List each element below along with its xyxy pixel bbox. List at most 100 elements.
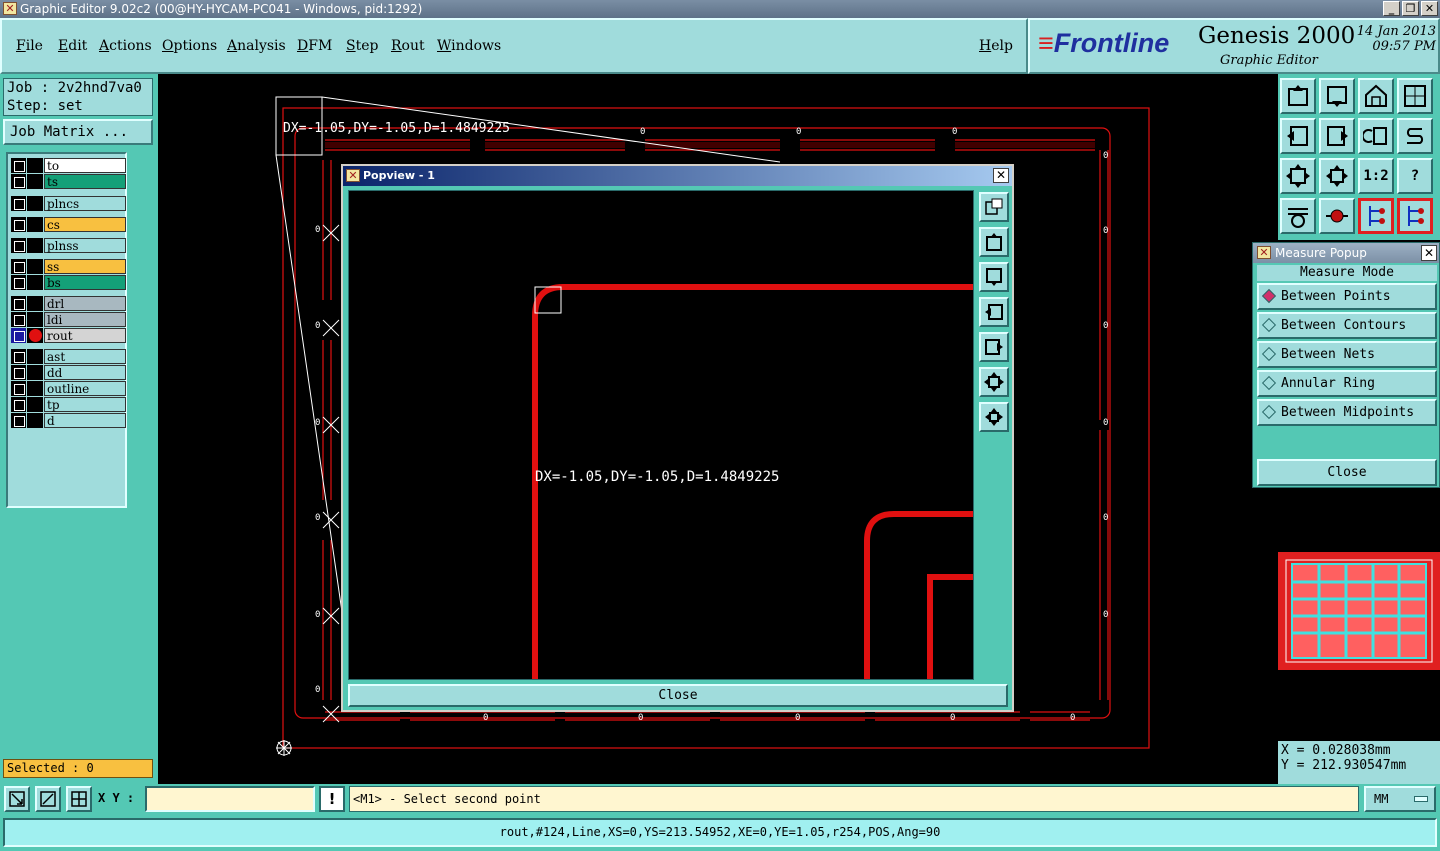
layer-row[interactable]: tp bbox=[11, 397, 126, 412]
scale-button[interactable]: 1:2 bbox=[1358, 158, 1394, 194]
popview-zoom-icon[interactable] bbox=[979, 192, 1009, 222]
layer-checkbox[interactable] bbox=[11, 196, 26, 211]
measure-close-button[interactable]: Close bbox=[1257, 459, 1437, 486]
layer-checkbox[interactable] bbox=[11, 259, 26, 274]
restore-button[interactable]: ❐ bbox=[1402, 1, 1419, 16]
layer-row[interactable]: plncs bbox=[11, 196, 126, 211]
pan-right-icon[interactable] bbox=[1319, 118, 1355, 154]
window-split-icon[interactable] bbox=[1397, 78, 1433, 114]
exclamation-icon[interactable]: ! bbox=[319, 786, 345, 812]
layer-slot[interactable] bbox=[27, 196, 43, 211]
popview-zoom-up-icon[interactable] bbox=[979, 227, 1009, 257]
layer-slot[interactable] bbox=[27, 238, 43, 253]
popview-pan-right-icon[interactable] bbox=[979, 332, 1009, 362]
layer-name[interactable]: drl bbox=[44, 296, 126, 311]
measure-icon[interactable] bbox=[35, 786, 61, 812]
layer-row[interactable]: rout bbox=[11, 328, 126, 343]
layer-slot[interactable] bbox=[27, 381, 43, 396]
layer-row[interactable]: ast bbox=[11, 349, 126, 364]
menu-edit[interactable]: Edit bbox=[58, 38, 87, 54]
layer-row[interactable]: drl bbox=[11, 296, 126, 311]
layer-slot[interactable] bbox=[27, 349, 43, 364]
zoom-down-icon[interactable] bbox=[1319, 78, 1355, 114]
menu-help[interactable]: Help bbox=[979, 38, 1013, 54]
close-icon[interactable]: ✕ bbox=[1421, 245, 1437, 261]
layer-name[interactable]: cs bbox=[44, 217, 126, 232]
net-select-icon[interactable] bbox=[1397, 198, 1433, 234]
layer-checkbox[interactable] bbox=[11, 238, 26, 253]
layer-row[interactable]: to bbox=[11, 158, 126, 173]
active-layer-icon[interactable] bbox=[27, 328, 43, 343]
layer-slot[interactable] bbox=[27, 365, 43, 380]
layer-checkbox[interactable] bbox=[11, 397, 26, 412]
popview-close-button[interactable]: Close bbox=[348, 684, 1008, 707]
layer-checkbox[interactable] bbox=[11, 296, 26, 311]
palette-icon[interactable] bbox=[1280, 198, 1316, 234]
layer-name[interactable]: tp bbox=[44, 397, 126, 412]
job-matrix-button[interactable]: Job Matrix ... bbox=[3, 119, 153, 145]
layer-row[interactable]: outline bbox=[11, 381, 126, 396]
layer-row[interactable]: ts bbox=[11, 174, 126, 189]
layer-slot[interactable] bbox=[27, 296, 43, 311]
menu-step[interactable]: Step bbox=[346, 38, 378, 54]
layer-name[interactable]: rout bbox=[44, 328, 126, 343]
layer-row[interactable]: d bbox=[11, 413, 126, 428]
layer-slot[interactable] bbox=[27, 312, 43, 327]
minimize-button[interactable]: _ bbox=[1383, 1, 1400, 16]
layer-checkbox[interactable] bbox=[11, 275, 26, 290]
overview-minimap[interactable] bbox=[1278, 552, 1440, 670]
snap-icon[interactable] bbox=[1397, 118, 1433, 154]
measure-option[interactable]: Annular Ring bbox=[1257, 370, 1437, 397]
menu-windows[interactable]: Windows bbox=[437, 38, 501, 54]
layer-checkbox[interactable] bbox=[11, 365, 26, 380]
menu-actions[interactable]: Actions bbox=[99, 38, 152, 54]
layer-checkbox[interactable] bbox=[11, 174, 26, 189]
measure-option[interactable]: Between Points bbox=[1257, 283, 1437, 310]
close-window-button[interactable]: ✕ bbox=[1421, 1, 1438, 16]
home-icon[interactable] bbox=[1358, 78, 1394, 114]
layer-color-icon[interactable] bbox=[1319, 198, 1355, 234]
redraw-icon[interactable] bbox=[1358, 118, 1394, 154]
menu-rout[interactable]: Rout bbox=[391, 38, 425, 54]
layer-row[interactable]: ss bbox=[11, 259, 126, 274]
layer-name[interactable]: ldi bbox=[44, 312, 126, 327]
fit-screen-icon[interactable] bbox=[1280, 158, 1316, 194]
popview-canvas[interactable]: DX=-1.05,DY=-1.05,D=1.4849225 bbox=[348, 190, 974, 680]
popview-pan-left-icon[interactable] bbox=[979, 297, 1009, 327]
zoom-area-icon[interactable] bbox=[4, 786, 30, 812]
layer-slot[interactable] bbox=[27, 217, 43, 232]
layer-name[interactable]: plncs bbox=[44, 196, 126, 211]
layer-name[interactable]: plnss bbox=[44, 238, 126, 253]
pan-left-icon[interactable] bbox=[1280, 118, 1316, 154]
layer-checkbox[interactable] bbox=[11, 158, 26, 173]
layer-name[interactable]: dd bbox=[44, 365, 126, 380]
layer-name[interactable]: d bbox=[44, 413, 126, 428]
center-icon[interactable] bbox=[1319, 158, 1355, 194]
layer-name[interactable]: to bbox=[44, 158, 126, 173]
layer-slot[interactable] bbox=[27, 174, 43, 189]
layer-name[interactable]: outline bbox=[44, 381, 126, 396]
layer-name[interactable]: ss bbox=[44, 259, 126, 274]
measure-option[interactable]: Between Midpoints bbox=[1257, 399, 1437, 426]
layer-name[interactable]: bs bbox=[44, 275, 126, 290]
layer-slot[interactable] bbox=[27, 275, 43, 290]
layer-slot[interactable] bbox=[27, 397, 43, 412]
menu-options[interactable]: Options bbox=[162, 38, 217, 54]
layer-checkbox[interactable] bbox=[11, 312, 26, 327]
layer-slot[interactable] bbox=[27, 158, 43, 173]
popview-fit-icon[interactable] bbox=[979, 367, 1009, 397]
units-select[interactable]: MM bbox=[1364, 786, 1436, 812]
grid-icon[interactable] bbox=[66, 786, 92, 812]
layer-name[interactable]: ts bbox=[44, 174, 126, 189]
layer-checkbox[interactable] bbox=[11, 328, 26, 343]
net-icon[interactable] bbox=[1358, 198, 1394, 234]
menu-dfm[interactable]: DFM bbox=[297, 38, 332, 54]
layer-row[interactable]: cs bbox=[11, 217, 126, 232]
menu-analysis[interactable]: Analysis bbox=[227, 38, 286, 54]
layer-row[interactable]: ldi bbox=[11, 312, 126, 327]
layer-row[interactable]: bs bbox=[11, 275, 126, 290]
layer-name[interactable]: ast bbox=[44, 349, 126, 364]
layer-row[interactable]: plnss bbox=[11, 238, 126, 253]
help-button[interactable]: ? bbox=[1397, 158, 1433, 194]
layer-checkbox[interactable] bbox=[11, 349, 26, 364]
